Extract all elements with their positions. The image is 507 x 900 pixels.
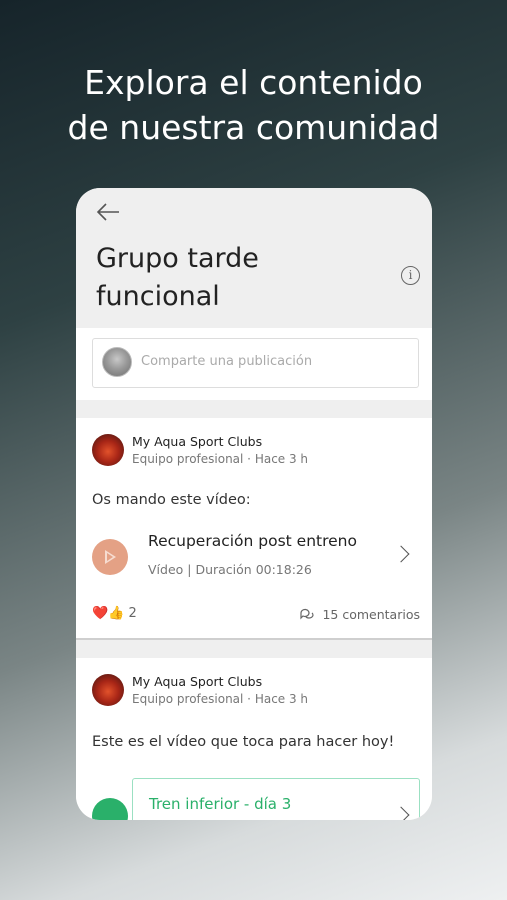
comments-link[interactable]: 15 comentarios <box>299 607 420 624</box>
video-item[interactable]: Recuperación post entreno Vídeo | Duraci… <box>92 532 419 586</box>
play-icon[interactable] <box>92 539 128 575</box>
post-text: Este es el vídeo que toca para hacer hoy… <box>92 734 395 750</box>
check-icon[interactable] <box>92 798 128 820</box>
comment-icon <box>299 608 315 624</box>
headline-line2: de nuestra comunidad <box>67 108 440 147</box>
composer: Comparte una publicación <box>76 328 432 400</box>
group-header: Grupo tarde funcional i <box>76 188 432 328</box>
author-name[interactable]: My Aqua Sport Clubs <box>132 434 262 449</box>
post-card: My Aqua Sport Clubs Equipo profesional ·… <box>76 418 432 640</box>
page-title-line1: Grupo tarde <box>96 243 259 274</box>
post-composer-input[interactable]: Comparte una publicación <box>92 338 419 388</box>
separator <box>76 640 432 658</box>
phone-screen: Grupo tarde funcional i Comparte una pub… <box>76 188 432 820</box>
author-avatar[interactable] <box>92 674 124 706</box>
composer-placeholder: Comparte una publicación <box>141 354 313 369</box>
post-card: My Aqua Sport Clubs Equipo profesional ·… <box>76 658 432 820</box>
workout-item[interactable]: Tren inferior - día 3 <box>132 778 420 820</box>
info-icon[interactable]: i <box>401 266 420 285</box>
workout-title: Tren inferior - día 3 <box>149 795 292 813</box>
post-meta: Equipo profesional · Hace 3 h <box>132 692 309 706</box>
author-avatar[interactable] <box>92 434 124 466</box>
page-title-line2: funcional <box>96 281 220 312</box>
headline: Explora el contenido de nuestra comunida… <box>0 60 507 150</box>
reaction-icons: ❤️👍 <box>92 606 125 621</box>
post-meta: Equipo profesional · Hace 3 h <box>132 452 309 466</box>
headline-line1: Explora el contenido <box>84 63 423 102</box>
separator <box>76 400 432 418</box>
reaction-count: 2 <box>128 606 137 621</box>
author-name[interactable]: My Aqua Sport Clubs <box>132 674 262 689</box>
back-arrow-icon[interactable] <box>96 202 120 222</box>
comments-count: 15 comentarios <box>322 607 420 622</box>
video-meta: Vídeo | Duración 00:18:26 <box>148 562 312 577</box>
chevron-right-icon[interactable] <box>392 806 410 820</box>
reactions[interactable]: ❤️👍 2 <box>92 606 137 621</box>
post-text: Os mando este vídeo: <box>92 492 251 508</box>
video-title: Recuperación post entreno <box>148 532 357 550</box>
avatar <box>102 347 132 377</box>
chevron-right-icon[interactable] <box>392 545 410 563</box>
page-title: Grupo tarde funcional <box>96 240 376 316</box>
divider <box>76 638 432 640</box>
